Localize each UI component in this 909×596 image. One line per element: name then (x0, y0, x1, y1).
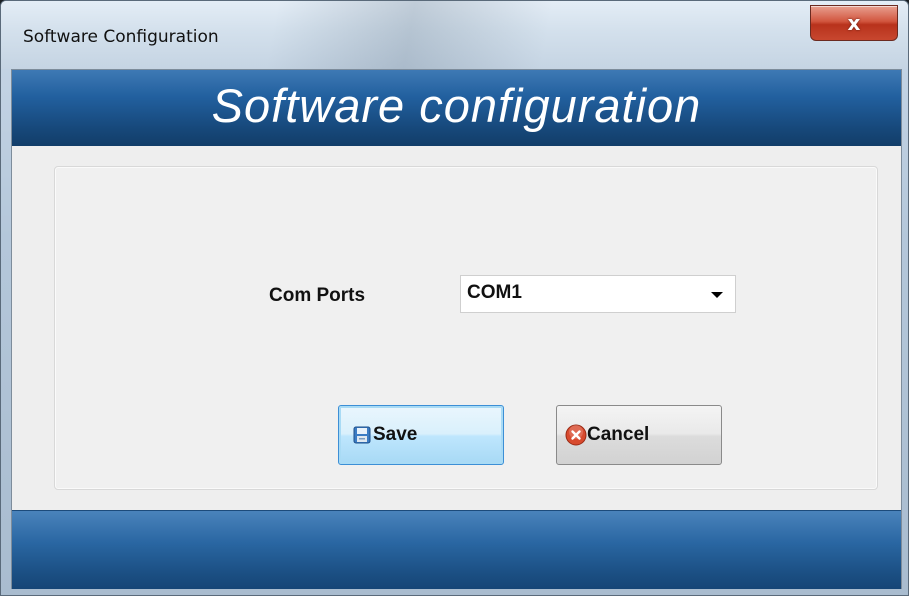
settings-panel: Com Ports COM1 Save Cancel (54, 166, 878, 490)
floppy-disk-icon (353, 426, 371, 444)
title-bar[interactable]: Software Configuration x (1, 1, 908, 69)
page-title: Software configuration (211, 78, 702, 132)
save-button[interactable]: Save (338, 405, 504, 465)
cancel-button-label: Cancel (587, 424, 650, 445)
com-ports-label: Com Ports (269, 285, 366, 306)
dialog-window: Software Configuration x Software config… (0, 0, 909, 596)
cancel-button[interactable]: Cancel (556, 405, 722, 465)
close-icon: x (847, 11, 861, 35)
window-title: Software Configuration (23, 27, 219, 47)
com-ports-selected-value: COM1 (467, 282, 522, 303)
footer-banner (12, 510, 901, 589)
client-area: Software configuration Com Ports COM1 Sa… (11, 69, 902, 589)
close-button[interactable]: x (810, 5, 898, 41)
save-button-label: Save (373, 424, 418, 445)
header-banner: Software configuration (12, 70, 901, 146)
dropdown-arrow-icon[interactable] (711, 292, 723, 298)
red-x-circle-icon (565, 424, 587, 446)
com-ports-dropdown[interactable]: COM1 (460, 275, 736, 313)
